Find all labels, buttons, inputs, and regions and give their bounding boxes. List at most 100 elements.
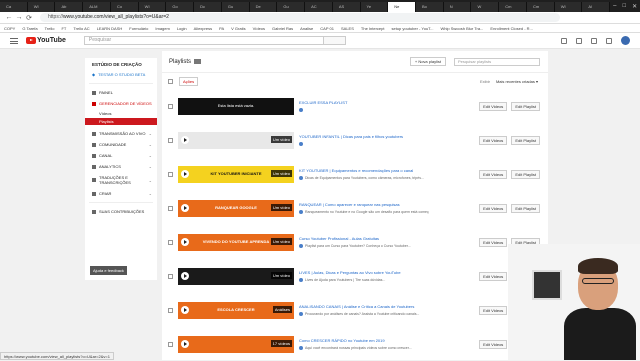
row-checkbox[interactable] bbox=[168, 307, 173, 313]
browser-tab[interactable]: Ne bbox=[388, 2, 417, 12]
bookmark-item[interactable]: CAP 01 bbox=[320, 26, 334, 31]
menu-icon[interactable] bbox=[10, 37, 18, 44]
edit-playlist-button[interactable]: Edit Playlist bbox=[511, 169, 540, 179]
youtube-logo[interactable]: YouTube bbox=[26, 37, 66, 44]
play-icon[interactable] bbox=[181, 339, 189, 348]
back-icon[interactable]: ← bbox=[4, 14, 14, 21]
bookmark-item[interactable]: PA bbox=[219, 26, 224, 31]
sidebar-item-dashboard[interactable]: PAINEL bbox=[85, 84, 157, 95]
bookmark-item[interactable]: Formulário bbox=[129, 26, 148, 31]
playlist-title-link[interactable]: RANQUEAR | Como aparecer e ranquear nas … bbox=[299, 202, 429, 207]
bookmark-item[interactable]: The Intercept bbox=[361, 26, 385, 31]
playlist-thumbnail[interactable]: 17 vídeos bbox=[178, 335, 294, 353]
reload-icon[interactable]: ⟳ bbox=[24, 14, 34, 22]
browser-tab[interactable]: De bbox=[249, 2, 278, 12]
bookmark-item[interactable]: Whip Swoosh Blur Tra... bbox=[441, 26, 484, 31]
browser-tab[interactable]: Cm bbox=[526, 2, 555, 12]
browser-tab[interactable]: WI bbox=[27, 2, 56, 12]
browser-tab[interactable]: AI bbox=[582, 2, 611, 12]
browser-tab[interactable]: Ab bbox=[55, 2, 84, 12]
sidebar-item-create[interactable]: CRIAR ⌄ bbox=[85, 185, 157, 196]
row-checkbox[interactable] bbox=[168, 103, 173, 109]
help-feedback-button[interactable]: Ajuda e feedback bbox=[90, 266, 127, 275]
playlist-thumbnail[interactable]: KIT YOUTUBER INICIANTE Um vídeo bbox=[178, 165, 294, 183]
playlist-title-link[interactable]: ANALISANDO CANAIS | Análise e Crítica a … bbox=[299, 304, 429, 309]
edit-videos-button[interactable]: Edit Videos bbox=[479, 203, 508, 213]
edit-playlist-button[interactable]: Edit Playlist bbox=[511, 101, 540, 111]
studio-beta-link[interactable]: ◆ TESTAR O STUDIO BETA bbox=[85, 67, 157, 77]
bookmark-item[interactable]: COPY bbox=[4, 26, 15, 31]
playlist-thumbnail[interactable]: VIVENDO DO YOUTUBE APRENDA Um vídeo bbox=[178, 233, 294, 251]
search-playlists-input[interactable]: Pesquisar playlists bbox=[454, 57, 540, 66]
url-field[interactable]: https://www.youtube.com/view_all_playlis… bbox=[40, 13, 560, 22]
play-icon[interactable] bbox=[181, 203, 189, 212]
browser-tab[interactable]: Go bbox=[166, 2, 195, 12]
browser-tab[interactable]: WI bbox=[554, 2, 583, 12]
browser-tab[interactable]: AC bbox=[305, 2, 333, 12]
avatar[interactable] bbox=[621, 36, 630, 45]
browser-tab[interactable]: Dc bbox=[194, 2, 222, 12]
sidebar-item-channel[interactable]: CANAL ⌄ bbox=[85, 147, 157, 158]
play-icon[interactable] bbox=[181, 271, 189, 280]
play-icon[interactable] bbox=[181, 135, 189, 144]
row-checkbox[interactable] bbox=[168, 341, 173, 347]
edit-playlist-button[interactable]: Edit Playlist bbox=[511, 135, 540, 145]
playlist-thumbnail[interactable]: ESCOLA CRESCER Análises bbox=[178, 301, 294, 319]
play-icon[interactable] bbox=[181, 169, 189, 178]
playlist-title-link[interactable]: YOUTUBER INFANTIL | Dicas para pais e fi… bbox=[299, 134, 429, 139]
edit-videos-button[interactable]: Edit Videos bbox=[479, 339, 508, 349]
browser-tab[interactable]: Gu bbox=[221, 2, 250, 12]
playlist-thumbnail[interactable]: Um vídeo bbox=[178, 131, 294, 149]
sidebar-item-community[interactable]: COMUNIDADE ⌄ bbox=[85, 136, 157, 147]
sidebar-subitem-videos[interactable]: Vídeos bbox=[85, 106, 157, 116]
row-checkbox[interactable] bbox=[168, 239, 173, 245]
search-input[interactable]: Pesquisar bbox=[83, 36, 324, 45]
browser-tab[interactable]: Gu bbox=[277, 2, 306, 12]
browser-tab[interactable]: Cm bbox=[499, 2, 527, 12]
play-icon[interactable] bbox=[181, 305, 189, 314]
sidebar-item-translations[interactable]: TRADUÇÕES E TRANSCRIÇÕES ⌄ bbox=[85, 169, 157, 185]
playlist-title-link[interactable]: LIVES | Aulas, Dicas e Perguntas ao Vivo… bbox=[299, 270, 429, 275]
new-playlist-button[interactable]: + Nova playlist bbox=[409, 57, 446, 66]
edit-videos-button[interactable]: Edit Videos bbox=[479, 271, 508, 281]
browser-tab[interactable]: Ye bbox=[360, 2, 389, 12]
sort-dropdown[interactable]: Mais recentes criadas ▾ bbox=[496, 79, 538, 84]
playlist-thumbnail[interactable]: Esta lista está vazia. bbox=[178, 97, 294, 115]
bookmark-item[interactable]: LEARN DASH bbox=[97, 26, 123, 31]
row-checkbox[interactable] bbox=[168, 171, 173, 177]
browser-tab[interactable]: N bbox=[443, 2, 472, 12]
bookmark-item[interactable]: Vídeos bbox=[253, 26, 265, 31]
bookmark-item[interactable]: Aliexpress bbox=[194, 26, 212, 31]
row-checkbox[interactable] bbox=[168, 137, 173, 143]
playlist-thumbnail[interactable]: Um vídeo bbox=[178, 267, 294, 285]
playlist-title-link[interactable]: KIT YOUTUBER | Equipamentos e recomendaç… bbox=[299, 168, 429, 173]
row-checkbox[interactable] bbox=[168, 273, 173, 279]
browser-tab[interactable]: WI bbox=[138, 2, 167, 12]
play-icon[interactable] bbox=[181, 237, 189, 246]
bookmark-item[interactable]: Trello AC bbox=[73, 26, 89, 31]
forward-icon[interactable]: → bbox=[14, 14, 24, 21]
browser-tab[interactable]: Co bbox=[110, 2, 139, 12]
sidebar-item-analytics[interactable]: ANALYTICS ⌄ bbox=[85, 158, 157, 169]
notifications-icon[interactable] bbox=[606, 37, 612, 44]
apps-icon[interactable] bbox=[576, 37, 582, 44]
sidebar-item-contributions[interactable]: SUAS CONTRIBUIÇÕES bbox=[85, 203, 157, 214]
bookmark-item[interactable]: Enrollment Closed - R... bbox=[490, 26, 532, 31]
window-controls[interactable]: – □ ✕ bbox=[610, 0, 640, 12]
edit-videos-button[interactable]: Edit Videos bbox=[479, 169, 508, 179]
close-icon[interactable]: ✕ bbox=[632, 3, 637, 10]
sidebar-subitem-playlists[interactable]: Playlists bbox=[85, 118, 157, 125]
browser-tab[interactable]: W bbox=[471, 2, 500, 12]
upload-icon[interactable] bbox=[561, 37, 567, 44]
sidebar-item-live[interactable]: TRANSMISSÃO AO VIVO ⌄ bbox=[85, 125, 157, 136]
bookmark-item[interactable]: SALES bbox=[341, 26, 354, 31]
browser-tab[interactable]: AS bbox=[332, 2, 361, 12]
browser-tab[interactable]: Ca bbox=[0, 2, 28, 12]
edit-videos-button[interactable]: Edit Videos bbox=[479, 305, 508, 315]
playlist-title-link[interactable]: Como CRESCER RÁPIDO no Youtube em 2019 bbox=[299, 338, 429, 343]
playlist-thumbnail[interactable]: RANQUEAR GOOGLE Um vídeo bbox=[178, 199, 294, 217]
edit-videos-button[interactable]: Edit Videos bbox=[479, 135, 508, 145]
minimize-icon[interactable]: – bbox=[613, 3, 616, 9]
bookmark-item[interactable]: Analise bbox=[300, 26, 313, 31]
bookmark-item[interactable]: Trello bbox=[45, 26, 55, 31]
